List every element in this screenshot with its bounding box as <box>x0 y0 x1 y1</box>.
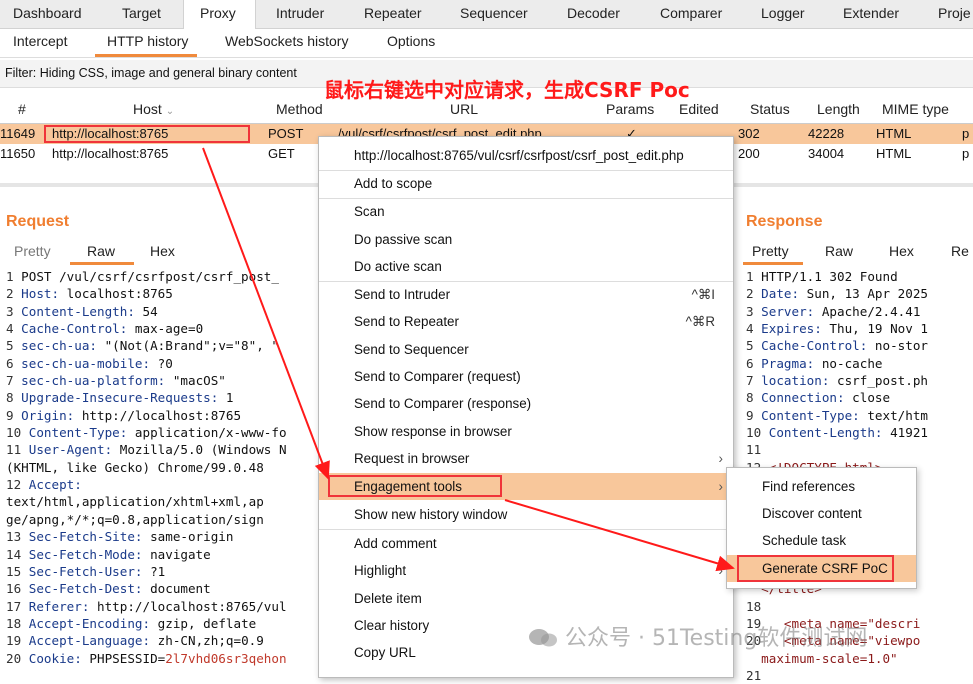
annotation-arrows <box>202 147 735 572</box>
wechat-icon <box>528 627 558 649</box>
arrow-to-csrf-poc <box>504 499 735 572</box>
watermark: 公众号 · 51Testing软件测试网 <box>528 620 867 652</box>
arrow-to-engagement <box>202 147 330 480</box>
watermark-text: 公众号 · 51Testing软件测试网 <box>565 626 868 651</box>
